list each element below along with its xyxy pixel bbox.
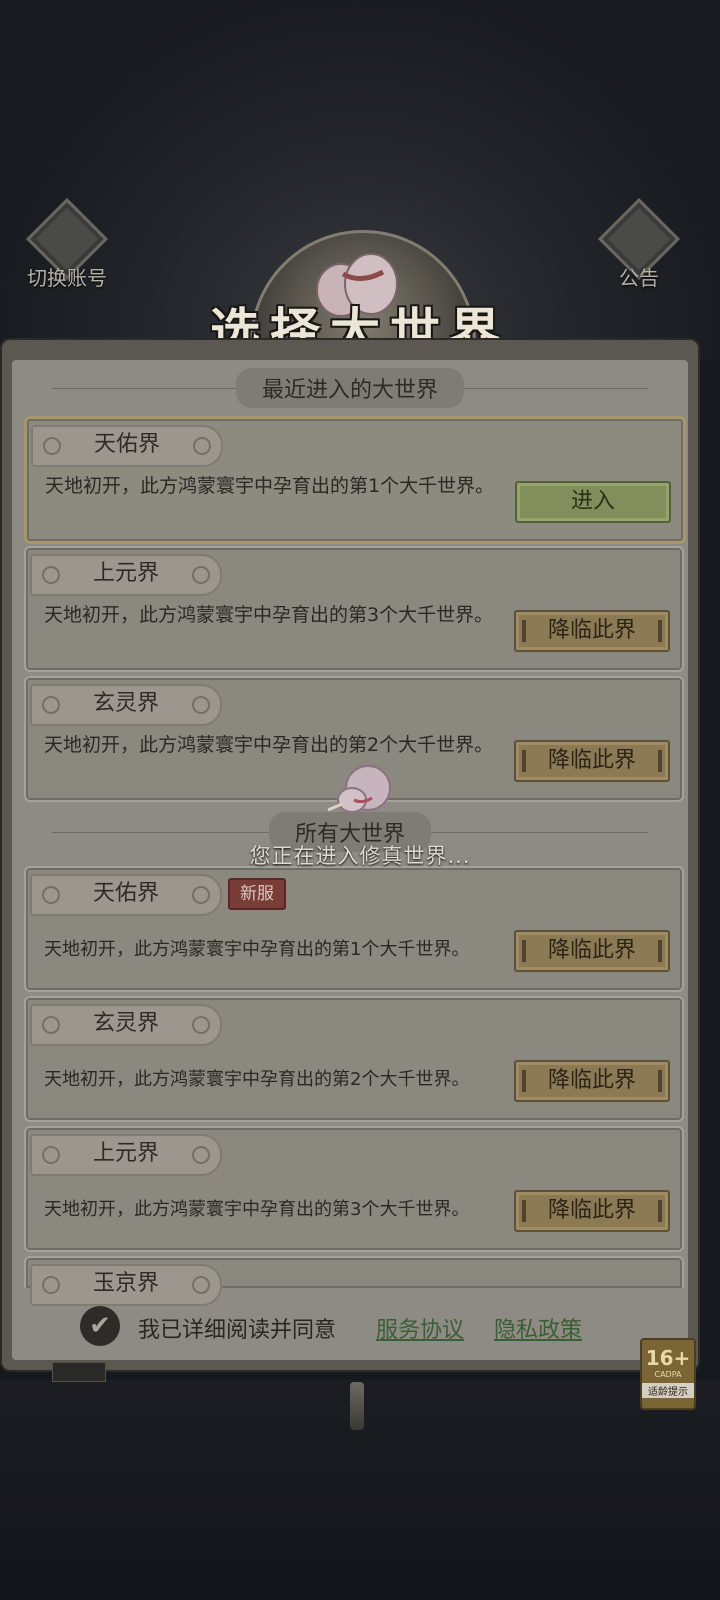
- scroll-ornament-icon: [42, 886, 60, 904]
- descend-button[interactable]: 降临此界: [514, 1190, 670, 1232]
- scroll-ornament-icon: [42, 1016, 60, 1034]
- hanging-ornament-icon: [350, 1382, 364, 1430]
- notice-button[interactable]: 公告: [584, 197, 694, 297]
- panel-tag: [52, 1362, 106, 1382]
- world-name: 上元界: [92, 561, 159, 586]
- world-description: 天地初开，此方鸿蒙寰宇中孕育出的第1个大千世界。: [44, 939, 470, 960]
- world-description: 天地初开，此方鸿蒙寰宇中孕育出的第2个大千世界。: [44, 734, 494, 756]
- descend-button[interactable]: 降临此界: [514, 740, 670, 782]
- world-name-tab: 天佑界: [31, 425, 223, 467]
- terms-link[interactable]: 服务协议: [376, 1312, 464, 1344]
- loading-indicator: 您正在进入修真世界...: [200, 760, 520, 870]
- world-name-tab: 天佑界: [30, 874, 222, 916]
- world-description: 天地初开，此方鸿蒙寰宇中孕育出的第3个大千世界。: [44, 1199, 470, 1220]
- world-name: 上元界: [92, 1141, 159, 1166]
- checkmark-icon[interactable]: ✔: [80, 1306, 120, 1346]
- world-card[interactable]: 玉京界: [24, 1256, 684, 1306]
- recent-world-card[interactable]: 天佑界 天地初开，此方鸿蒙寰宇中孕育出的第1个大千世界。 进入: [24, 416, 686, 544]
- agreement-text: 我已详细阅读并同意: [138, 1318, 337, 1343]
- scroll-ornament-icon: [192, 566, 210, 584]
- recent-section-header: 最近进入的大世界: [12, 368, 688, 408]
- scroll-ornament-icon: [42, 566, 60, 584]
- world-name-tab: 玄灵界: [30, 1004, 222, 1046]
- world-card[interactable]: 玄灵界 天地初开，此方鸿蒙寰宇中孕育出的第2个大千世界。 降临此界: [24, 996, 684, 1122]
- world-name: 玄灵界: [92, 1011, 159, 1036]
- world-name: 天佑界: [93, 432, 160, 457]
- gourd-loading-icon: [327, 765, 391, 813]
- descend-button[interactable]: 降临此界: [514, 930, 670, 972]
- world-name: 玉京界: [92, 1271, 159, 1296]
- scroll-ornament-icon: [192, 696, 210, 714]
- notice-label: 公告: [619, 266, 659, 290]
- switch-account-label: 切换账号: [27, 266, 107, 290]
- scroll-ornament-icon: [193, 437, 211, 455]
- scroll-ornament-icon: [42, 1276, 60, 1294]
- age-rating-badge[interactable]: 16+ CADPA 适龄提示: [640, 1338, 696, 1410]
- world-description: 天地初开，此方鸿蒙寰宇中孕育出的第3个大千世界。: [44, 604, 494, 626]
- scroll-ornament-icon: [192, 886, 210, 904]
- world-name-tab: 玉京界: [30, 1264, 222, 1306]
- privacy-link[interactable]: 隐私政策: [494, 1312, 582, 1344]
- switch-account-button[interactable]: 切换账号: [12, 197, 122, 297]
- recent-section-title: 最近进入的大世界: [235, 368, 464, 408]
- descend-button[interactable]: 降临此界: [514, 1060, 670, 1102]
- loading-text: 您正在进入修真世界...: [249, 844, 471, 868]
- age-rating: 16+: [645, 1346, 691, 1370]
- scroll-ornament-icon: [42, 696, 60, 714]
- world-name-tab: 上元界: [30, 1134, 222, 1176]
- descend-button[interactable]: 降临此界: [514, 610, 670, 652]
- scroll-ornament-icon: [192, 1146, 210, 1164]
- world-name: 天佑界: [92, 881, 159, 906]
- cadpa-label: CADPA: [654, 1370, 682, 1379]
- world-card[interactable]: 上元界 天地初开，此方鸿蒙寰宇中孕育出的第3个大千世界。 降临此界: [24, 1126, 684, 1252]
- world-description: 天地初开，此方鸿蒙寰宇中孕育出的第2个大千世界。: [44, 1069, 470, 1090]
- world-name: 玄灵界: [92, 691, 159, 716]
- recent-world-card[interactable]: 上元界 天地初开，此方鸿蒙寰宇中孕育出的第3个大千世界。 降临此界: [24, 546, 684, 672]
- world-name-tab: 玄灵界: [30, 684, 222, 726]
- scroll-ornament-icon: [192, 1276, 210, 1294]
- scroll-ornament-icon: [42, 1146, 60, 1164]
- new-server-badge: 新服: [228, 878, 286, 910]
- world-description: 天地初开，此方鸿蒙寰宇中孕育出的第1个大千世界。: [45, 475, 495, 497]
- scroll-ornament-icon: [192, 1016, 210, 1034]
- world-name-tab: 上元界: [30, 554, 222, 596]
- scroll-ornament-icon: [43, 437, 61, 455]
- age-tip: 适龄提示: [642, 1383, 694, 1398]
- enter-button[interactable]: 进入: [515, 481, 671, 523]
- world-card[interactable]: 天佑界 新服 天地初开，此方鸿蒙寰宇中孕育出的第1个大千世界。 降临此界: [24, 866, 684, 992]
